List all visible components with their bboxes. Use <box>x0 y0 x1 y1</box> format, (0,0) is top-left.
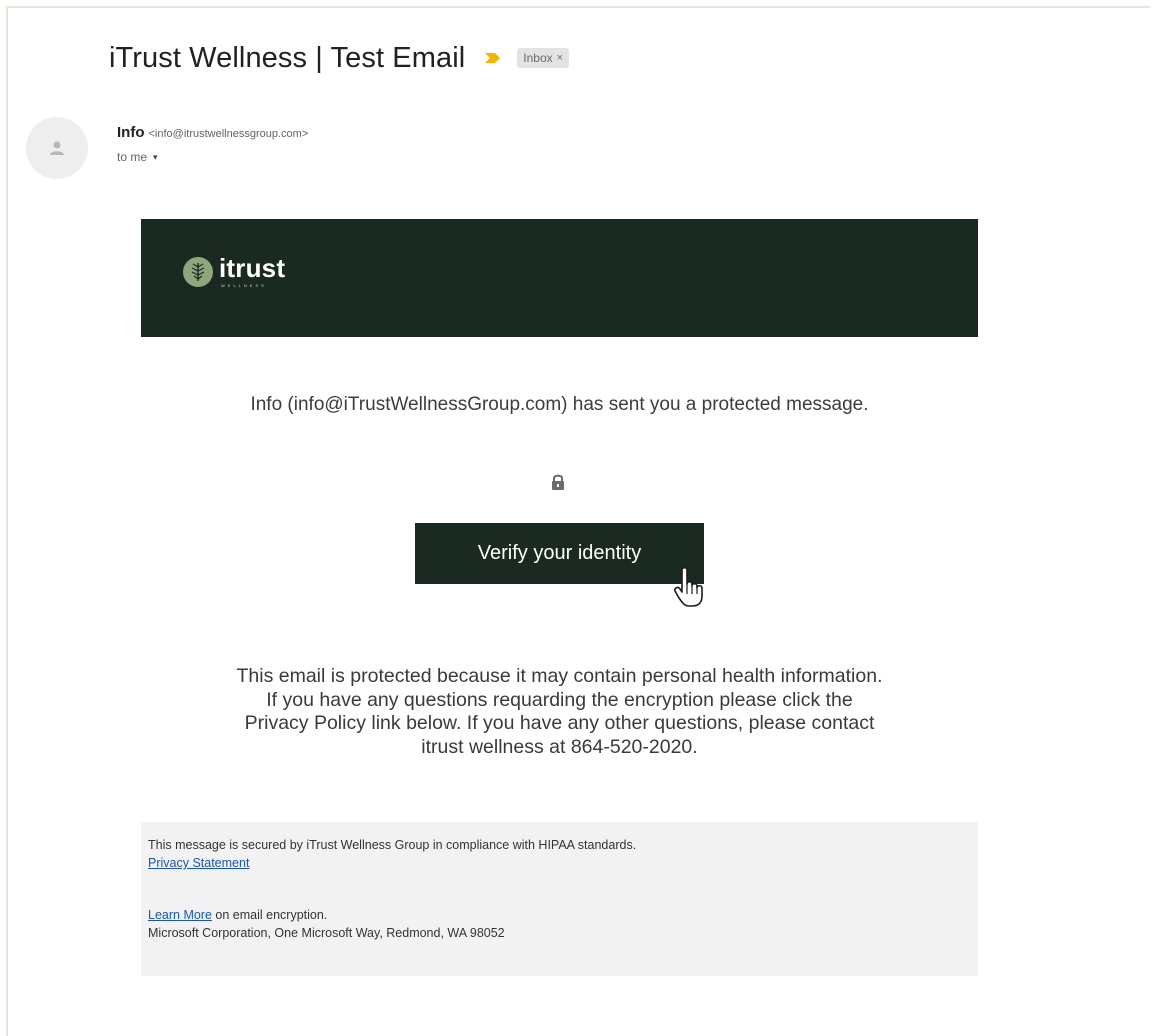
logo-text-block: itrust WELLNESS <box>219 255 285 288</box>
verify-identity-button[interactable]: Verify your identity <box>415 523 704 584</box>
learn-more-link[interactable]: Learn More <box>148 908 212 922</box>
leaf-icon <box>183 256 213 287</box>
recipient-text: to me <box>117 150 148 164</box>
subject-row: iTrust Wellness | Test Email Inbox × <box>109 36 570 80</box>
footer-address: Microsoft Corporation, One Microsoft Way… <box>148 926 505 940</box>
inbox-label-chip[interactable]: Inbox × <box>517 48 570 68</box>
learn-more-line: Learn More on email encryption. <box>148 906 971 924</box>
logo-wordmark: itrust <box>219 253 286 283</box>
protected-message-notice: Info (info@iTrustWellnessGroup.com) has … <box>250 394 869 415</box>
privacy-statement-link[interactable]: Privacy Statement <box>148 856 249 870</box>
recipient-details-chevron-icon[interactable]: ▾ <box>153 152 158 163</box>
sender-email: <info@itrustwellnessgroup.com> <box>148 128 309 140</box>
email-subject: iTrust Wellness | Test Email <box>109 41 466 74</box>
compliance-text: This message is secured by iTrust Wellne… <box>148 838 637 852</box>
protection-line-1: This email is protected because it may c… <box>236 665 883 687</box>
learn-more-suffix: on email encryption. <box>211 908 328 922</box>
lock-icon <box>552 474 564 490</box>
sender-name[interactable]: Info <box>117 124 145 141</box>
protection-line-2: If you have any questions requarding the… <box>266 688 853 711</box>
sender-line: Info <info@itrustwellnessgroup.com> <box>117 124 308 141</box>
sender-avatar[interactable] <box>26 117 88 179</box>
remove-label-icon[interactable]: × <box>557 52 563 64</box>
sender-block: Info <info@itrustwellnessgroup.com> to me… <box>117 124 308 164</box>
footer-box: This message is secured by iTrust Wellne… <box>141 822 978 976</box>
protection-line-3: Privacy Policy link below. If you have a… <box>244 712 875 734</box>
importance-marker-icon[interactable] <box>483 51 503 65</box>
inbox-label-text: Inbox <box>523 51 553 65</box>
person-icon <box>50 141 64 155</box>
brand-banner: itrust WELLNESS <box>141 219 978 337</box>
protection-explanation: This email is protected because it may c… <box>141 665 978 759</box>
footer-spacer <box>148 872 971 906</box>
logo-subtext: WELLNESS <box>221 283 267 288</box>
protection-line-4: itrust wellness at 864-520-2020. <box>421 735 698 758</box>
recipient-line: to me ▾ <box>117 150 308 164</box>
itrust-logo: itrust WELLNESS <box>183 255 285 288</box>
hand-pointer-icon <box>674 566 703 607</box>
